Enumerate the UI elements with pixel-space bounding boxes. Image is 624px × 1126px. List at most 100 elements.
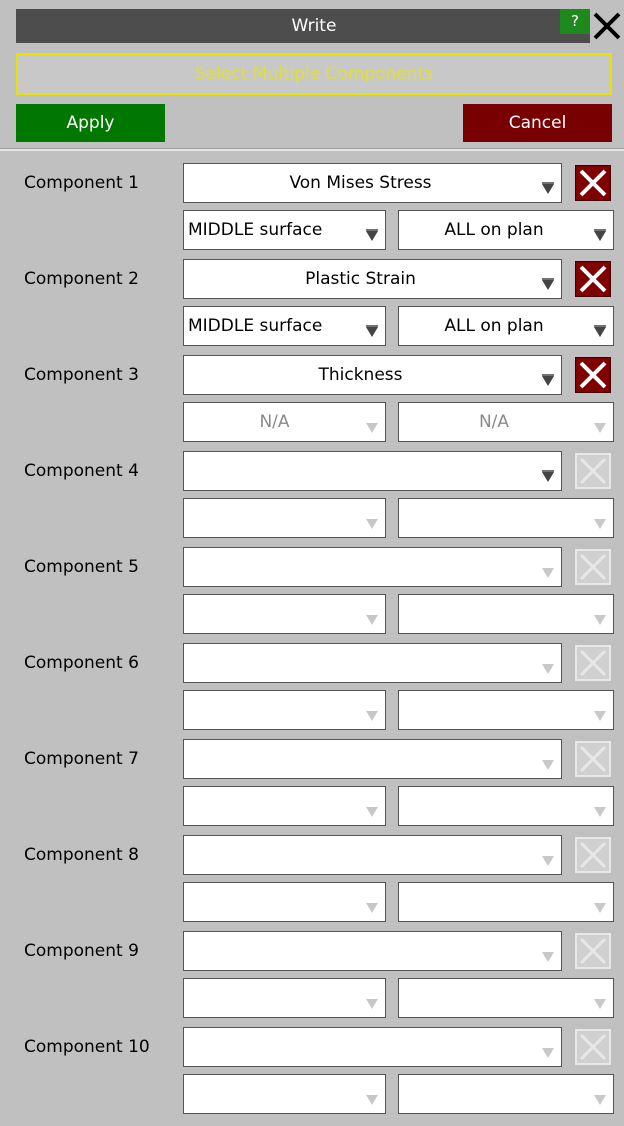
surface-select[interactable]: N/A bbox=[183, 402, 386, 442]
component-select[interactable] bbox=[183, 835, 562, 875]
delete-x-icon bbox=[575, 549, 611, 585]
delete-component-button[interactable] bbox=[575, 549, 611, 585]
component-value: Plastic Strain bbox=[305, 269, 416, 289]
component-label: Component 10 bbox=[24, 1037, 150, 1057]
component-select[interactable]: Thickness bbox=[183, 355, 562, 395]
dropdown-arrow-icon bbox=[542, 568, 554, 578]
dropdown-arrow-icon bbox=[542, 374, 554, 386]
delete-component-button[interactable] bbox=[574, 164, 612, 202]
delete-x-icon bbox=[574, 260, 612, 298]
dropdown-arrow-icon bbox=[542, 760, 554, 770]
plan-select[interactable] bbox=[398, 690, 614, 730]
dropdown-arrow-icon bbox=[542, 182, 554, 194]
delete-x-icon bbox=[575, 741, 611, 777]
dropdown-arrow-icon bbox=[366, 615, 378, 625]
surface-select[interactable] bbox=[183, 1074, 386, 1114]
delete-x-icon bbox=[575, 1029, 611, 1065]
component-label: Component 6 bbox=[24, 653, 139, 673]
surface-select[interactable] bbox=[183, 882, 386, 922]
dropdown-arrow-icon bbox=[366, 1095, 378, 1105]
component-value: Von Mises Stress bbox=[289, 173, 432, 193]
dropdown-arrow-icon bbox=[542, 1048, 554, 1058]
surface-value: MIDDLE surface bbox=[188, 316, 323, 336]
delete-x-icon bbox=[575, 837, 611, 873]
dropdown-arrow-icon bbox=[366, 903, 378, 913]
delete-x-icon bbox=[574, 164, 612, 202]
dropdown-arrow-icon bbox=[594, 711, 606, 721]
surface-select[interactable] bbox=[183, 498, 386, 538]
component-select[interactable] bbox=[183, 1027, 562, 1067]
dropdown-arrow-icon bbox=[594, 615, 606, 625]
delete-component-button[interactable] bbox=[575, 1029, 611, 1065]
dropdown-arrow-icon bbox=[594, 999, 606, 1009]
surface-select[interactable]: MIDDLE surface bbox=[183, 306, 386, 346]
plan-select[interactable] bbox=[398, 882, 614, 922]
delete-component-button[interactable] bbox=[575, 741, 611, 777]
component-label: Component 9 bbox=[24, 941, 139, 961]
dropdown-arrow-icon bbox=[542, 278, 554, 290]
dropdown-arrow-icon bbox=[594, 519, 606, 529]
plan-select[interactable] bbox=[398, 498, 614, 538]
component-label: Component 8 bbox=[24, 845, 139, 865]
dropdown-arrow-icon bbox=[594, 325, 606, 337]
plan-select[interactable]: ALL on plan bbox=[398, 306, 614, 346]
delete-x-icon bbox=[575, 645, 611, 681]
dropdown-arrow-icon bbox=[366, 999, 378, 1009]
component-select[interactable]: Plastic Strain bbox=[183, 259, 562, 299]
delete-component-button[interactable] bbox=[575, 837, 611, 873]
dropdown-arrow-icon bbox=[542, 664, 554, 674]
apply-button[interactable]: Apply bbox=[16, 104, 165, 142]
plan-select[interactable] bbox=[398, 978, 614, 1018]
surface-select[interactable] bbox=[183, 690, 386, 730]
surface-value: MIDDLE surface bbox=[188, 220, 323, 240]
dropdown-arrow-icon bbox=[542, 470, 554, 482]
dropdown-arrow-icon bbox=[366, 711, 378, 721]
component-label: Component 2 bbox=[24, 269, 139, 289]
component-select[interactable] bbox=[183, 451, 562, 491]
surface-select[interactable] bbox=[183, 786, 386, 826]
surface-select[interactable] bbox=[183, 594, 386, 634]
component-value: Thickness bbox=[318, 365, 403, 385]
component-label: Component 5 bbox=[24, 557, 139, 577]
plan-select[interactable] bbox=[398, 1074, 614, 1114]
dropdown-arrow-icon bbox=[594, 807, 606, 817]
dropdown-arrow-icon bbox=[366, 519, 378, 529]
delete-x-icon bbox=[575, 453, 611, 489]
close-icon bbox=[593, 12, 621, 40]
window-title: Write bbox=[291, 16, 337, 36]
close-button[interactable] bbox=[590, 9, 624, 43]
delete-component-button[interactable] bbox=[575, 933, 611, 969]
dropdown-arrow-icon bbox=[366, 423, 378, 433]
title-bar: Write bbox=[16, 9, 612, 43]
component-select[interactable] bbox=[183, 547, 562, 587]
cancel-button[interactable]: Cancel bbox=[463, 104, 612, 142]
plan-select[interactable] bbox=[398, 786, 614, 826]
component-select[interactable] bbox=[183, 643, 562, 683]
dropdown-arrow-icon bbox=[594, 1095, 606, 1105]
component-select[interactable]: Von Mises Stress bbox=[183, 163, 562, 203]
dropdown-arrow-icon bbox=[594, 229, 606, 241]
component-select[interactable] bbox=[183, 931, 562, 971]
dropdown-arrow-icon bbox=[366, 229, 378, 241]
dropdown-arrow-icon bbox=[594, 903, 606, 913]
plan-select[interactable] bbox=[398, 594, 614, 634]
delete-component-button[interactable] bbox=[575, 453, 611, 489]
delete-component-button[interactable] bbox=[574, 260, 612, 298]
component-select[interactable] bbox=[183, 739, 562, 779]
plan-select[interactable]: ALL on plan bbox=[398, 210, 614, 250]
delete-component-button[interactable] bbox=[575, 645, 611, 681]
mode-label: Select Multiple Components bbox=[16, 53, 612, 95]
plan-select[interactable]: N/A bbox=[398, 402, 614, 442]
delete-x-icon bbox=[575, 933, 611, 969]
surface-select[interactable] bbox=[183, 978, 386, 1018]
component-label: Component 4 bbox=[24, 461, 139, 481]
plan-value: ALL on plan bbox=[444, 316, 544, 336]
help-button[interactable]: ? bbox=[560, 9, 590, 34]
dropdown-arrow-icon bbox=[594, 423, 606, 433]
delete-component-button[interactable] bbox=[574, 356, 612, 394]
surface-select[interactable]: MIDDLE surface bbox=[183, 210, 386, 250]
component-label: Component 1 bbox=[24, 173, 139, 193]
component-label: Component 7 bbox=[24, 749, 139, 769]
delete-x-icon bbox=[574, 356, 612, 394]
plan-value: N/A bbox=[478, 412, 510, 432]
